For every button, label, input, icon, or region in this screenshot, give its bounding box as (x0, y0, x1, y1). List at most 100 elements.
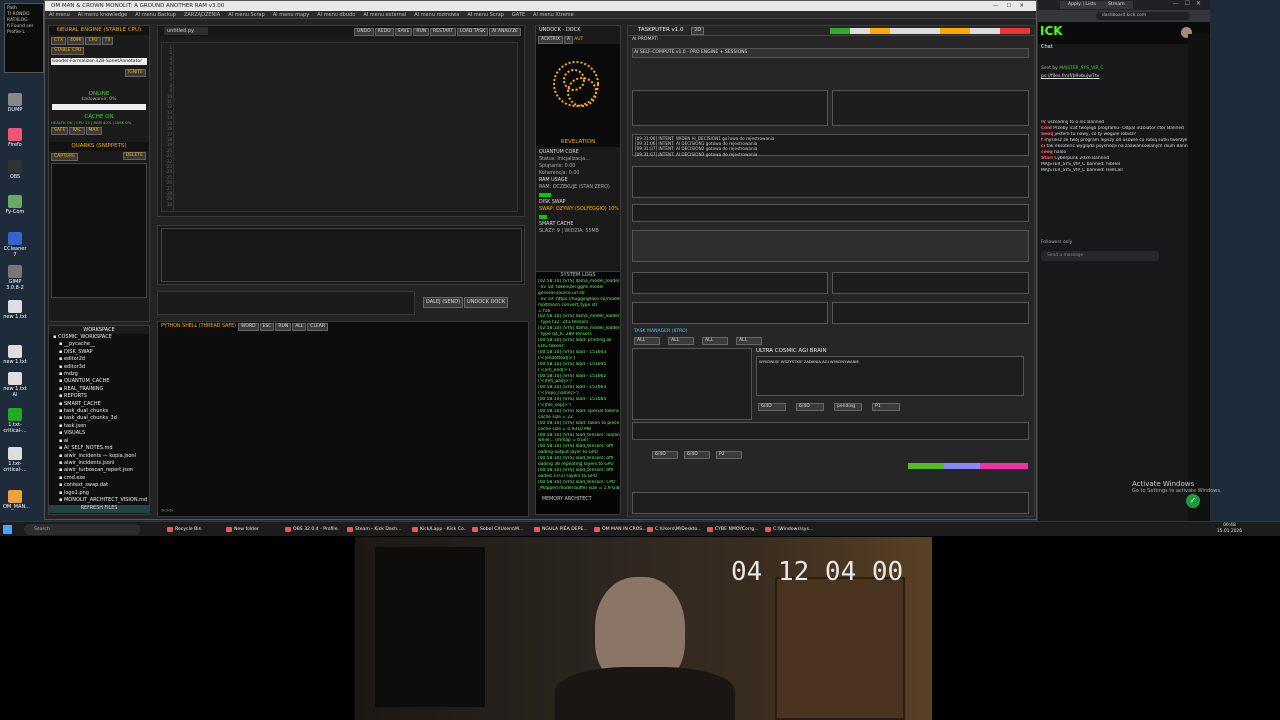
clock[interactable]: 00:48 15.01.2026 (1217, 523, 1242, 535)
chat-input[interactable]: Send a message (1041, 251, 1159, 261)
desktop-icon[interactable]: new 1.txt AI (3, 372, 27, 398)
ignite-button[interactable]: IGNITE (124, 69, 146, 77)
filter-select[interactable]: ALL (668, 337, 694, 345)
desktop-icon[interactable]: CCleaner 7 (3, 232, 27, 258)
taskbar-app[interactable]: CYBE NMOYCorrg... (705, 524, 761, 535)
system-logs[interactable]: [02:58:10] [SYS] llama_model_loader - kv … (536, 279, 620, 497)
tree-item[interactable]: ▪ SMART_CACHE (53, 401, 149, 408)
tree-item[interactable]: ▪ task_dual_chunks (53, 408, 149, 415)
taskbar-app[interactable]: Recycle Bin (165, 524, 221, 535)
input-box[interactable] (157, 291, 415, 315)
tree-item[interactable]: ▪ __pycache__ (53, 341, 149, 348)
bottom-field[interactable]: 6/4D (652, 451, 678, 459)
tree-item[interactable]: ▪ task.json (53, 423, 149, 430)
engine-button[interactable]: 4096 (66, 37, 85, 45)
panel-a[interactable] (632, 272, 828, 294)
tree-item[interactable]: ▪ aiwir_turboscan_report.json (53, 467, 149, 474)
cache-button[interactable]: SAFE (51, 127, 69, 135)
chat-bubble-icon[interactable]: ✓ (1186, 494, 1200, 508)
editor-tool-button[interactable]: AI ANALYZE (489, 28, 521, 36)
taskbar-app[interactable]: NGULA PIÉA DEPE... (532, 524, 588, 535)
cache-button[interactable]: RAC (69, 127, 85, 135)
tree-item[interactable]: ▪ REAL_TRAINING (53, 386, 149, 393)
output-area[interactable] (161, 228, 522, 282)
menu-item[interactable]: AI menu (49, 12, 70, 18)
editor-tool-button[interactable]: LOAD TASK (456, 28, 489, 36)
tree-item[interactable]: ▪ MONOLIT_ARCHITECT_VISION.md (53, 497, 149, 504)
desktop-icon[interactable]: Firefo (3, 128, 27, 148)
taskbar-app[interactable]: OBS 32.0.4 - Profile... (283, 524, 339, 535)
cache-button[interactable]: MAX (85, 127, 102, 135)
tree-item[interactable]: ▪ REPORTS (53, 393, 149, 400)
filter-select[interactable]: ALL (736, 337, 762, 345)
tree-item[interactable]: ▪ editor2d (53, 356, 149, 363)
delete-button[interactable]: DELETE (122, 152, 146, 160)
menu-item[interactable]: AI menu Xtreme (533, 12, 574, 18)
desktop-icon[interactable]: GIMP 3.0.8-2 (3, 265, 27, 291)
intent-log[interactable]: [09:31:06] INTENT: WIDEN AI_DECISION1 go… (632, 134, 1029, 157)
panel-b[interactable] (832, 272, 1029, 294)
task-field[interactable]: pending (834, 403, 862, 411)
shell-button[interactable]: RUN (275, 323, 292, 331)
detail-box[interactable] (632, 422, 1029, 440)
menu-item[interactable]: AI menu rozmowa (414, 12, 459, 18)
desktop-icon[interactable]: new 1.txt (3, 345, 27, 365)
bottom-field[interactable]: P2 (716, 451, 742, 459)
editor-tool-button[interactable]: SAVE (394, 28, 413, 36)
window-controls[interactable]: —☐✕ (993, 1, 1032, 11)
editor-tool-button[interactable]: UNDO (354, 28, 374, 36)
desktop-icon[interactable]: OBS (3, 160, 27, 180)
mode-select[interactable]: A (564, 36, 574, 44)
menu-item[interactable]: AI menu mapy (273, 12, 309, 18)
panel-d[interactable] (832, 302, 1029, 324)
tree-item[interactable]: ▪ logo1.png (53, 490, 149, 497)
file-tree[interactable]: ▪ COSMIC_WORKSPACE ▪ __pycache__ ▪ DISK_SW… (49, 334, 149, 505)
tree-item[interactable]: ▪ AI_SELF_NOTES.md (53, 445, 149, 452)
address-bar[interactable]: dashboard.kick.com (1096, 12, 1190, 20)
taskbar-app[interactable]: C:\Windows\sys... (763, 524, 819, 535)
taskbar-app[interactable]: Kick/Lapp - Kick Co... (410, 524, 466, 535)
undock-dock-button[interactable]: UNDOCK DOCK (464, 297, 509, 308)
tree-item[interactable]: ▪ COSMIC_WORKSPACE (53, 334, 149, 341)
task-field[interactable]: P1 (872, 403, 900, 411)
quantum-box[interactable] (632, 204, 1029, 222)
taskbar-app[interactable]: Sobol CXUsers\M... (470, 524, 526, 535)
output-box-left[interactable] (632, 90, 828, 126)
ai-live-box[interactable] (632, 230, 1029, 262)
editor-tool-button[interactable]: RUN (413, 28, 430, 36)
editor-tab[interactable]: untitled.py (164, 27, 209, 35)
engine-button[interactable]: T4 (101, 37, 114, 45)
browser-window-controls[interactable]: —☐✕ (1173, 0, 1207, 7)
reasoning-box[interactable] (632, 166, 1029, 198)
footer-box[interactable] (632, 492, 1029, 514)
editor-tool-button[interactable]: REDO (374, 28, 394, 36)
taskbar-app[interactable]: New folder (224, 524, 280, 535)
shell-button[interactable]: ESC (259, 323, 275, 331)
console-window[interactable]: Path TI RONDO RAT4LOG fi Found ser Profile L (4, 3, 44, 73)
taskputer-toolbar[interactable] (830, 28, 1030, 34)
shell-button[interactable]: ALL (292, 323, 307, 331)
browser-window[interactable]: Apply | Lists Stream —☐✕ dashboard.kick.… (1037, 0, 1210, 521)
menu-item[interactable]: GATE (512, 12, 525, 18)
tree-item[interactable]: ▪ task_dual_chunks_3d (53, 415, 149, 422)
tree-item[interactable]: ▪ aiwir_incidents — kopia.jsonl (53, 453, 149, 460)
menu-item[interactable]: AI menu dbudo (317, 12, 355, 18)
mode-2d-select[interactable]: 2D (691, 27, 704, 35)
code-editor[interactable]: 1 2 3 4 5 6 7 8 9 10 11 12 13 14 15 16 1… (161, 42, 518, 212)
filter-select[interactable]: ALL (634, 337, 660, 345)
tree-item[interactable]: ▪ QUANTUM_CACHE (53, 378, 149, 385)
menu-item[interactable]: AI menu Scrap (467, 12, 504, 18)
bottom-field[interactable]: 6/4D (684, 451, 710, 459)
quarks-list[interactable] (51, 163, 147, 298)
editor-tool-button[interactable]: RESTART (430, 28, 456, 36)
send-button[interactable]: DALEJ (SEND) (423, 297, 464, 308)
filter-select[interactable]: ALL (702, 337, 728, 345)
task-field[interactable]: 6/4D (796, 403, 824, 411)
capture-button[interactable]: CAPTURE (51, 153, 78, 161)
desktop-icon[interactable]: 1.txt-critical-... (3, 447, 27, 473)
desktop-icon[interactable]: 1.txt-critical-... (3, 408, 27, 434)
tree-item[interactable]: ▪ DISK_SWAP (53, 349, 149, 356)
tree-item[interactable]: ▪ VISUALS (53, 430, 149, 437)
refresh-files-button[interactable]: REFRESH FILES (49, 505, 149, 513)
menu-item[interactable]: ZARZĄDZENIA (184, 12, 220, 18)
